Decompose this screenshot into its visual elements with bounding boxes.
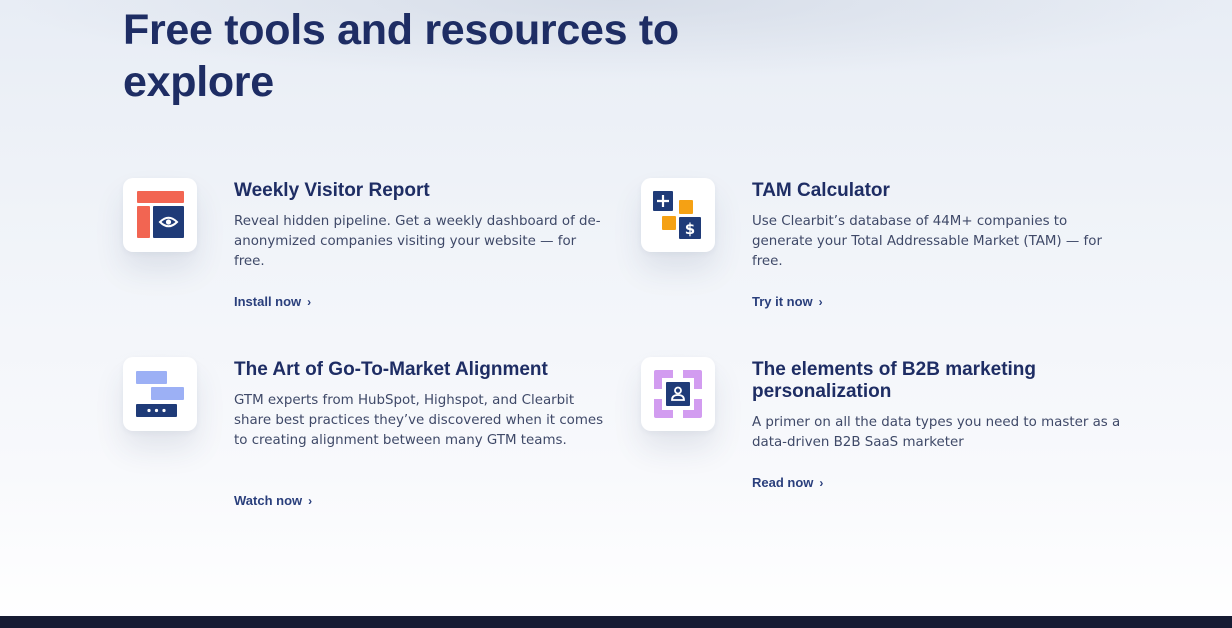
resource-card-gtm-alignment: The Art of Go-To-Market Alignment GTM ex… <box>123 357 603 517</box>
dashboard-eye-icon-graphic <box>137 191 184 238</box>
dashboard-top-bar <box>137 191 184 203</box>
card-description: Reveal hidden pipeline. Get a weekly das… <box>234 214 601 269</box>
link-label: Watch now <box>234 493 303 508</box>
link-label: Read now <box>752 475 814 490</box>
read-now-link[interactable]: Read now › <box>752 475 823 491</box>
dot-2 <box>154 408 159 413</box>
card-title: The Art of Go-To-Market Alignment <box>234 359 548 380</box>
resource-card-tam-calculator: $ TAM Calculator Use Clearbit’s database… <box>641 178 1121 318</box>
card-description: GTM experts from HubSpot, Highspot, and … <box>234 393 604 448</box>
link-label: Try it now <box>752 294 813 309</box>
card-title: The elements of B2B marketing personaliz… <box>752 359 1037 402</box>
calculator-icon-graphic: $ <box>653 191 701 239</box>
footer-bar <box>0 616 1232 628</box>
card-title: Weekly Visitor Report <box>234 180 430 201</box>
frame-gap-bottom <box>673 410 683 418</box>
chevron-right-icon: › <box>818 295 823 309</box>
chevron-right-icon: › <box>819 476 824 490</box>
bar-middle <box>151 387 184 400</box>
bar-top <box>136 371 167 384</box>
card-description: Use Clearbit’s database of 44M+ companie… <box>752 214 1102 269</box>
link-label: Install now <box>234 294 302 309</box>
orange-square-top <box>679 200 693 214</box>
eye-pupil <box>165 219 172 225</box>
alignment-bars-icon-graphic <box>136 371 184 417</box>
dashboard-eye-icon <box>123 178 197 252</box>
orange-square-bottom <box>662 216 676 230</box>
try-it-now-link[interactable]: Try it now › <box>752 294 823 310</box>
dot-3 <box>162 408 166 413</box>
personalization-profile-icon-graphic <box>654 370 702 418</box>
frame-gap-right <box>694 389 702 399</box>
personalization-profile-icon <box>641 357 715 431</box>
card-title: TAM Calculator <box>752 180 890 201</box>
dollar-sign: $ <box>685 220 695 238</box>
frame-gap-top <box>673 370 683 378</box>
install-now-link[interactable]: Install now › <box>234 294 311 310</box>
chevron-right-icon: › <box>308 494 313 508</box>
alignment-bars-icon <box>123 357 197 431</box>
page-title: Free tools and resources to explore <box>123 6 679 106</box>
resource-card-b2b-personalization: The elements of B2B marketing personaliz… <box>641 357 1121 497</box>
dashboard-side-bar <box>137 206 150 238</box>
resource-card-weekly-visitor-report: Weekly Visitor Report Reveal hidden pipe… <box>123 178 603 318</box>
watch-now-link[interactable]: Watch now › <box>234 493 312 509</box>
calculator-icon: $ <box>641 178 715 252</box>
card-description: A primer on all the data types you need … <box>752 415 1121 450</box>
dot-1 <box>147 408 151 413</box>
frame-gap-left <box>654 389 662 399</box>
chevron-right-icon: › <box>307 295 312 309</box>
